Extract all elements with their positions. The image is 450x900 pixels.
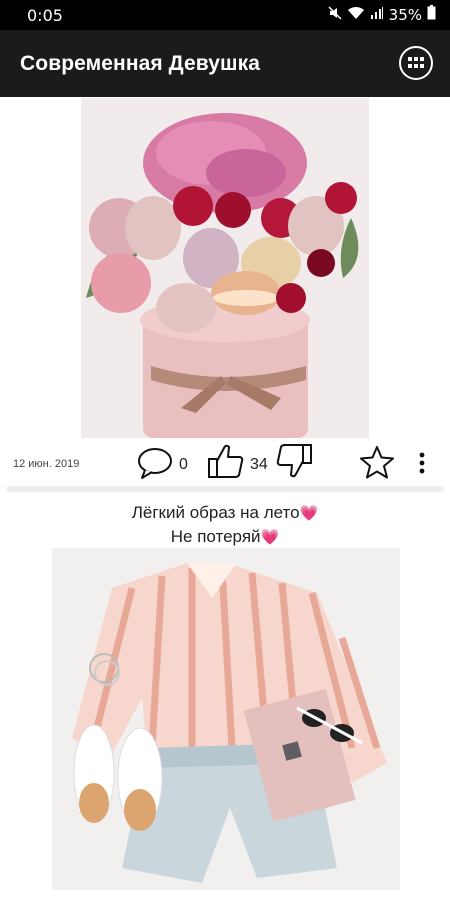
post-divider — [6, 486, 444, 492]
more-options-icon[interactable] — [418, 451, 426, 475]
comment-icon[interactable] — [137, 446, 173, 480]
app-bar: Современная Девушка — [0, 30, 450, 97]
status-time: 0:05 — [27, 6, 63, 25]
battery-level: 35% — [388, 5, 422, 24]
menu-button[interactable] — [399, 46, 433, 80]
signal-icon — [370, 6, 384, 24]
app-title: Современная Девушка — [20, 52, 261, 75]
status-bar: 0:05 35% — [0, 0, 450, 30]
favorite-star-icon[interactable] — [359, 445, 395, 479]
mute-icon — [328, 5, 342, 24]
heart-emoji: 💗 — [260, 529, 280, 546]
status-icons: 35% — [328, 5, 436, 24]
post-caption-line2: Не потеряй💗 — [0, 527, 450, 547]
grid-menu-icon — [408, 57, 424, 68]
post-image-bouquet[interactable] — [81, 98, 369, 438]
battery-icon — [427, 5, 436, 24]
post-caption-line1: Лёгкий образ на лето💗 — [0, 503, 450, 523]
wifi-icon — [347, 6, 365, 24]
like-count: 34 — [250, 456, 268, 473]
post-date: 12 июн. 2019 — [13, 458, 80, 470]
thumbs-down-icon[interactable] — [275, 442, 313, 480]
comment-count: 0 — [179, 456, 188, 473]
thumbs-up-icon[interactable] — [207, 442, 245, 480]
caption-text-2: Не потеряй — [170, 527, 261, 546]
heart-emoji: 💗 — [299, 505, 319, 522]
caption-text-1: Лёгкий образ на лето — [131, 503, 300, 522]
post-image-outfit[interactable] — [52, 548, 400, 890]
